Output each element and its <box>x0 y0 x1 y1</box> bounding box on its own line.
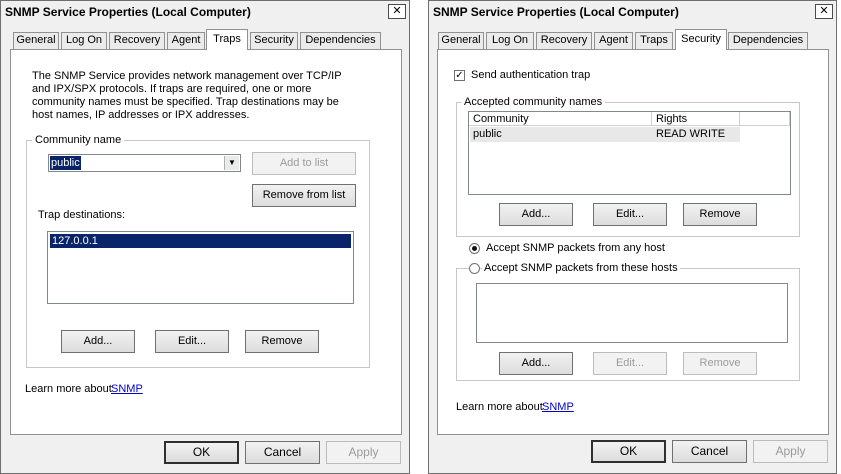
tab-dependencies[interactable]: Dependencies <box>728 32 808 49</box>
cancel-button[interactable]: Cancel <box>245 441 320 464</box>
tab-general[interactable]: General <box>438 32 484 49</box>
learn-more-text: Learn more about <box>25 383 112 395</box>
description-line: and IPX/SPX protocols. If traps are requ… <box>32 83 312 95</box>
cancel-button[interactable]: Cancel <box>672 440 747 463</box>
list-item[interactable]: 127.0.0.1 <box>50 234 351 248</box>
community-add-button[interactable]: Add... <box>499 203 573 226</box>
description-line: host names, IP addresses or IPX addresse… <box>32 109 250 121</box>
accepted-community-groupbox: Accepted community names Community Right… <box>456 96 800 237</box>
trap-remove-button[interactable]: Remove <box>245 330 319 353</box>
tab-recovery[interactable]: Recovery <box>536 32 592 49</box>
hosts-add-button[interactable]: Add... <box>499 352 573 375</box>
snmp-help-link[interactable]: SNMP <box>111 383 143 395</box>
community-table[interactable]: Community Rights public READ WRITE <box>468 111 791 195</box>
tab-recovery[interactable]: Recovery <box>109 32 165 49</box>
column-header-rights[interactable]: Rights <box>652 112 740 126</box>
tab-security[interactable]: Security <box>675 29 727 50</box>
left-dialog-window: SNMP Service Properties (Local Computer)… <box>0 0 410 474</box>
tab-traps[interactable]: Traps <box>635 32 673 49</box>
accept-these-hosts-label[interactable]: Accept SNMP packets from these hosts <box>482 262 680 274</box>
community-edit-button[interactable]: Edit... <box>593 203 667 226</box>
accept-any-host-radio[interactable] <box>469 243 480 254</box>
right-dialog-window: SNMP Service Properties (Local Computer)… <box>428 0 837 474</box>
learn-more-text: Learn more about <box>456 401 543 413</box>
left-tab-strip: General Log On Recovery Agent Traps Secu… <box>1 29 409 50</box>
community-cell: public <box>473 128 502 140</box>
left-title-bar[interactable]: SNMP Service Properties (Local Computer)… <box>1 1 409 23</box>
community-remove-button[interactable]: Remove <box>683 203 757 226</box>
rights-cell: READ WRITE <box>656 128 726 140</box>
tab-log-on[interactable]: Log On <box>486 32 534 49</box>
tab-security[interactable]: Security <box>250 32 298 49</box>
tab-agent[interactable]: Agent <box>167 32 205 49</box>
trap-destinations-label: Trap destinations: <box>38 209 126 221</box>
tab-agent[interactable]: Agent <box>594 32 633 49</box>
community-group-label: Community name <box>32 134 125 146</box>
left-window-title: SNMP Service Properties (Local Computer) <box>5 5 251 19</box>
right-title-bar[interactable]: SNMP Service Properties (Local Computer)… <box>429 1 836 23</box>
left-close-button[interactable]: ✕ <box>388 4 406 19</box>
community-groupbox: Community name public ▼ Add to list Remo… <box>26 134 370 368</box>
tab-traps[interactable]: Traps <box>206 29 248 50</box>
ok-button[interactable]: OK <box>164 441 239 464</box>
chevron-down-icon[interactable]: ▼ <box>224 156 239 170</box>
add-to-list-button[interactable]: Add to list <box>252 152 356 175</box>
ok-button[interactable]: OK <box>591 440 666 463</box>
hosts-remove-button[interactable]: Remove <box>683 352 757 375</box>
right-window-title: SNMP Service Properties (Local Computer) <box>433 5 679 19</box>
snmp-help-link[interactable]: SNMP <box>542 401 574 413</box>
accept-these-hosts-radio[interactable] <box>469 263 480 274</box>
right-close-button[interactable]: ✕ <box>815 4 833 19</box>
left-tab-panel: The SNMP Service provides network manage… <box>10 49 402 435</box>
apply-button[interactable]: Apply <box>753 440 828 463</box>
description-line: The SNMP Service provides network manage… <box>32 70 342 82</box>
trap-add-button[interactable]: Add... <box>61 330 135 353</box>
tab-general[interactable]: General <box>13 32 59 49</box>
send-auth-trap-checkbox[interactable]: ✓ <box>454 70 465 81</box>
tab-log-on[interactable]: Log On <box>61 32 107 49</box>
community-name-value: public <box>50 156 81 170</box>
tab-dependencies[interactable]: Dependencies <box>300 32 381 49</box>
description-line: community names must be specified. Trap … <box>32 96 339 108</box>
apply-button[interactable]: Apply <box>326 441 401 464</box>
trap-destinations-list[interactable]: 127.0.0.1 <box>47 231 354 304</box>
accepted-group-label: Accepted community names <box>461 96 606 108</box>
remove-from-list-button[interactable]: Remove from list <box>252 184 356 207</box>
column-header-filler <box>740 112 790 126</box>
snmp-description: The SNMP Service provides network manage… <box>32 70 382 122</box>
right-tab-strip: General Log On Recovery Agent Traps Secu… <box>429 29 836 50</box>
send-auth-trap-label[interactable]: Send authentication trap <box>471 69 590 81</box>
hosts-list[interactable] <box>476 283 788 343</box>
table-row[interactable]: public READ WRITE <box>470 127 740 142</box>
community-name-combobox[interactable]: public ▼ <box>48 154 241 172</box>
column-header-community[interactable]: Community <box>469 112 652 126</box>
accept-any-host-label[interactable]: Accept SNMP packets from any host <box>486 242 665 254</box>
hosts-edit-button[interactable]: Edit... <box>593 352 667 375</box>
radio-selected-dot <box>472 246 477 251</box>
right-tab-panel: ✓ Send authentication trap Accepted comm… <box>437 49 829 435</box>
trap-edit-button[interactable]: Edit... <box>155 330 229 353</box>
